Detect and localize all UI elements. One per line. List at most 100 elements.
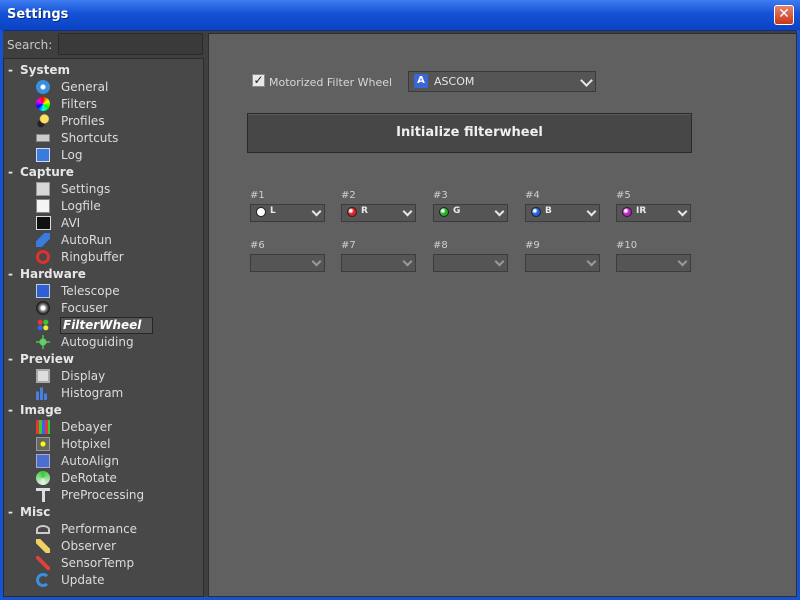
collapse-icon[interactable]: - — [8, 62, 20, 79]
telescope-icon — [36, 284, 50, 298]
filter-slot-select[interactable]: R — [341, 204, 416, 222]
profile-icon — [36, 114, 50, 128]
sidebar-category-label: Preview — [20, 352, 75, 366]
filter-slot-select[interactable]: IR — [616, 204, 691, 222]
filter-slot-select[interactable]: G — [433, 204, 508, 222]
sidebar-item-label: AutoRun — [61, 233, 112, 247]
filter-slot-select[interactable]: L — [250, 204, 325, 222]
sidebar-category-label: Image — [20, 403, 62, 417]
filter-slot-select[interactable] — [341, 254, 416, 272]
sidebar-item-label: Shortcuts — [61, 131, 119, 145]
chevron-down-icon — [580, 74, 593, 87]
avi-icon — [36, 216, 51, 230]
hotpixel-icon — [36, 437, 50, 451]
sidebar-item-label: Observer — [61, 539, 117, 553]
autoalign-icon — [36, 454, 50, 468]
sidebar-item-label: Ringbuffer — [61, 250, 124, 264]
filter-slot-value: G — [453, 206, 461, 216]
chevron-down-icon — [311, 256, 322, 267]
thermometer-icon — [36, 556, 50, 570]
sidebar-category-hardware[interactable]: - Hardware — [8, 266, 86, 283]
sidebar-item-label: AutoAlign — [61, 454, 119, 468]
motorized-checkbox[interactable]: ✓ — [252, 74, 265, 87]
filter-slot-select[interactable] — [250, 254, 325, 272]
filter-slot-label: #3 — [433, 190, 448, 201]
filter-slot-select[interactable] — [525, 254, 600, 272]
sidebar-item-label: Logfile — [61, 199, 101, 213]
focuser-icon — [36, 301, 50, 315]
search-input[interactable] — [58, 33, 203, 55]
sidebar-item-label: Autoguiding — [61, 335, 134, 349]
chevron-down-icon — [677, 256, 688, 267]
autoguiding-icon — [36, 335, 50, 349]
sidebar-category-label: System — [20, 63, 70, 77]
filter-color-dot-icon — [256, 207, 266, 217]
sidebar-item-label: Display — [61, 369, 106, 383]
chevron-down-icon — [586, 256, 597, 267]
refresh-icon — [36, 573, 50, 587]
ascom-logo-icon: A — [414, 74, 428, 88]
filter-slot-label: #9 — [525, 240, 540, 251]
filter-slot-value: IR — [636, 206, 647, 216]
sidebar-item-label: Telescope — [61, 284, 120, 298]
chevron-down-icon — [586, 206, 597, 217]
histogram-icon — [36, 386, 50, 400]
filterwheel-icon — [36, 318, 50, 332]
sidebar-category-misc[interactable]: - Misc — [8, 504, 50, 521]
sidebar-category-capture[interactable]: - Capture — [8, 164, 74, 181]
sidebar-item-label: Log — [61, 148, 83, 162]
sidebar-category-system[interactable]: - System — [8, 62, 70, 79]
filter-slot-label: #6 — [250, 240, 265, 251]
sidebar-item-label: Hotpixel — [61, 437, 111, 451]
search-label: Search: — [7, 38, 53, 52]
sidebar-item-label: Histogram — [61, 386, 124, 400]
sidebar-item-label: Performance — [61, 522, 138, 536]
collapse-icon[interactable]: - — [8, 164, 20, 181]
filter-color-dot-icon — [622, 207, 632, 217]
logfile-icon — [36, 199, 50, 213]
filter-slot-value: L — [270, 206, 276, 216]
funnel-icon — [36, 488, 50, 502]
observer-icon — [36, 539, 50, 553]
sidebar-item-label: PreProcessing — [61, 488, 145, 502]
sidebar-item-label: Profiles — [61, 114, 105, 128]
collapse-icon[interactable]: - — [8, 504, 20, 521]
sidebar-item-label: Focuser — [61, 301, 108, 315]
color-wheel-icon — [36, 97, 50, 111]
filter-slot-value: R — [361, 206, 368, 216]
motorized-label[interactable]: Motorized Filter Wheel — [269, 76, 392, 89]
sidebar-item-label: Debayer — [61, 420, 113, 434]
filter-slot-value: B — [545, 206, 552, 216]
sidebar-category-label: Capture — [20, 165, 74, 179]
filter-slot-select[interactable]: B — [525, 204, 600, 222]
filter-slot-label: #10 — [616, 240, 638, 251]
filter-slot-select[interactable] — [433, 254, 508, 272]
driver-select[interactable]: A ASCOM — [408, 71, 596, 92]
ringbuffer-icon — [36, 250, 50, 264]
chevron-down-icon — [494, 256, 505, 267]
sidebar-category-image[interactable]: - Image — [8, 402, 62, 419]
collapse-icon[interactable]: - — [8, 266, 20, 283]
filter-slot-label: #7 — [341, 240, 356, 251]
sidebar-item-label: Update — [61, 573, 105, 587]
filter-slot-label: #1 — [250, 190, 265, 201]
filter-slot-label: #8 — [433, 240, 448, 251]
sidebar-category-preview[interactable]: - Preview — [8, 351, 74, 368]
collapse-icon[interactable]: - — [8, 351, 20, 368]
close-button[interactable]: ✕ — [774, 5, 794, 25]
sidebar-item-label: Settings — [61, 182, 111, 196]
filter-color-dot-icon — [531, 207, 541, 217]
title-bar: Settings ✕ — [0, 0, 800, 31]
settings-sidebar: - System General Filters Profiles Shortcuts Lo… — [3, 58, 204, 597]
chevron-down-icon — [311, 206, 322, 217]
initialize-filterwheel-button[interactable]: Initialize filterwheel — [247, 113, 692, 153]
filter-slot-label: #4 — [525, 190, 540, 201]
filter-slot-label: #2 — [341, 190, 356, 201]
chevron-down-icon — [677, 206, 688, 217]
sidebar-item-label: FilterWheel — [60, 317, 154, 334]
filter-slot-select[interactable] — [616, 254, 691, 272]
sidebar-category-label: Misc — [20, 505, 51, 519]
sidebar-item-label: DeRotate — [61, 471, 117, 485]
collapse-icon[interactable]: - — [8, 402, 20, 419]
gauge-icon — [36, 525, 50, 534]
